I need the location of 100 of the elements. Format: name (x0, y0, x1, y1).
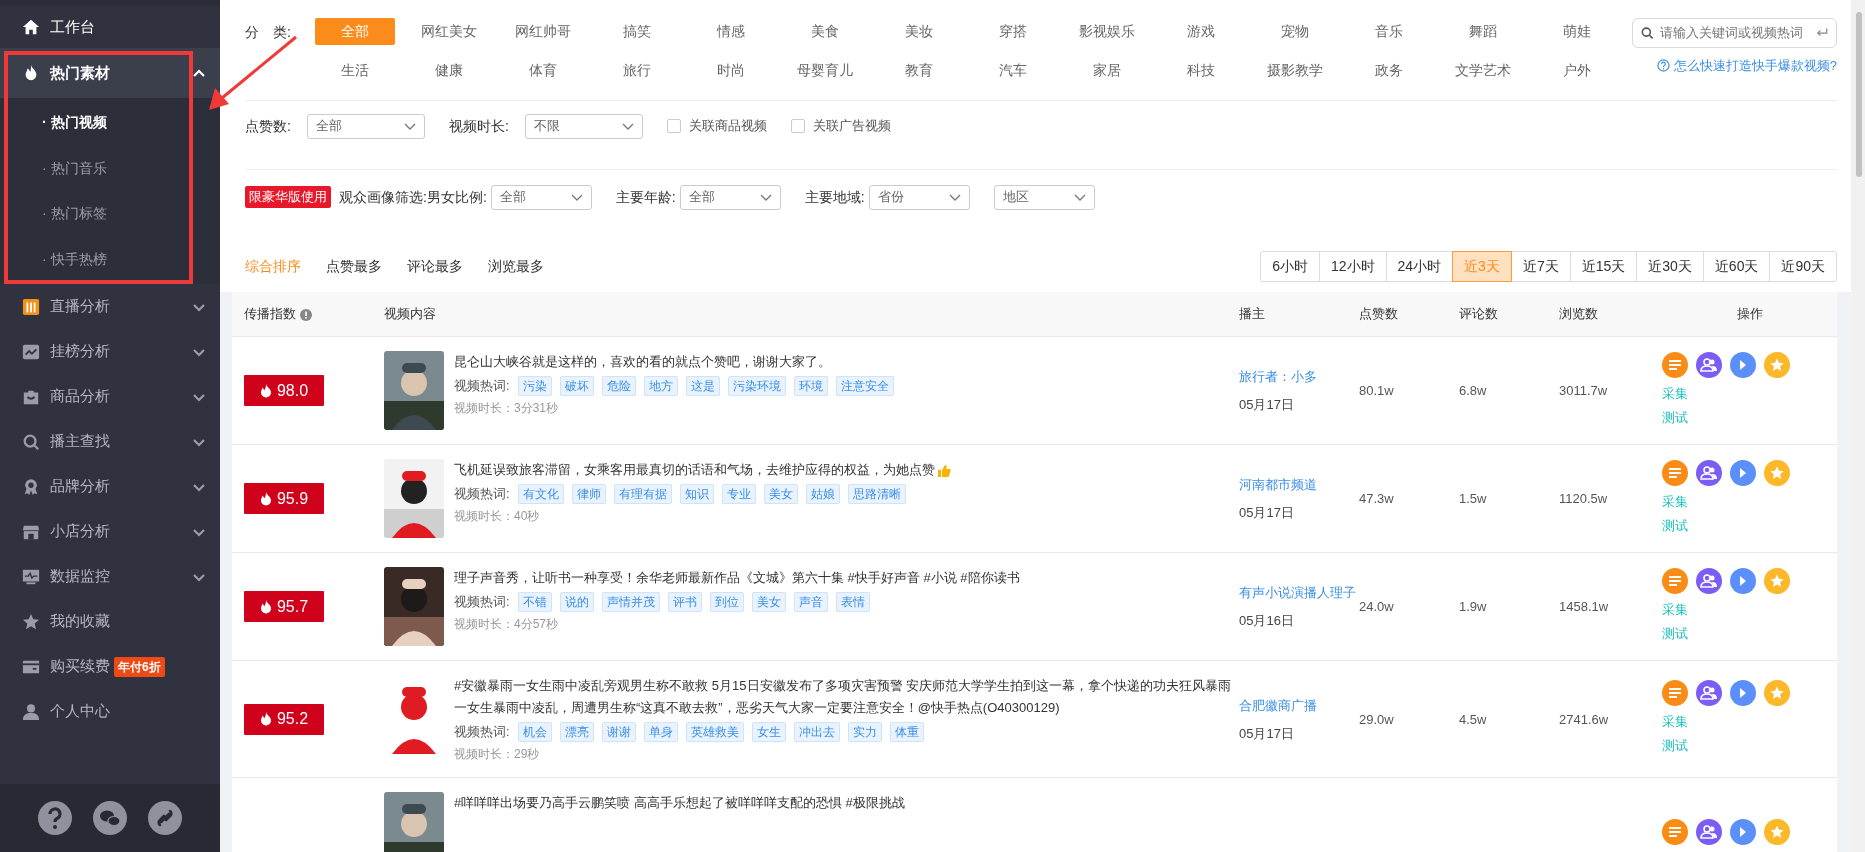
keyword-tag[interactable]: 英雄救美 (685, 722, 744, 742)
category-tag[interactable]: 母婴育儿 (785, 57, 865, 84)
play-button[interactable] (1730, 459, 1756, 486)
category-tag[interactable]: 体育 (503, 57, 583, 84)
scrollbar-thumb[interactable] (1856, 12, 1862, 177)
keyword-tag[interactable]: 律师 (571, 484, 606, 504)
category-tag[interactable]: 家居 (1067, 57, 1147, 84)
keyword-tag[interactable]: 机会 (517, 722, 552, 742)
category-tag[interactable]: 健康 (409, 57, 489, 84)
keyword-tag[interactable]: 表情 (835, 592, 870, 612)
category-tag[interactable]: 户外 (1537, 57, 1617, 84)
people-button[interactable] (1696, 567, 1722, 594)
time-range-button[interactable]: 24小时 (1385, 251, 1454, 282)
dropdown[interactable]: 地区 (993, 184, 1095, 210)
keyword-tag[interactable]: 这是 (685, 376, 720, 396)
category-tag[interactable]: 科技 (1161, 57, 1241, 84)
keyword-tag[interactable]: 说的 (559, 592, 594, 612)
author-link[interactable]: 旅行者：小多 (1239, 366, 1359, 388)
dropdown[interactable]: 全部 (490, 184, 592, 210)
category-tag[interactable]: 旅行 (597, 57, 677, 84)
time-range-button[interactable]: 近30天 (1636, 251, 1704, 282)
category-tag[interactable]: 汽车 (973, 57, 1053, 84)
people-button[interactable] (1696, 818, 1722, 845)
sidebar-item[interactable]: 个人中心 (0, 689, 220, 734)
time-range-button[interactable]: 12小时 (1318, 251, 1387, 282)
keyword-tag[interactable]: 到位 (709, 592, 744, 612)
video-title[interactable]: 飞机延误致旅客滞留，女乘客用最真切的话语和气场，去维护应得的权益，为她点赞 (454, 459, 951, 481)
people-button[interactable] (1696, 680, 1722, 706)
category-tag[interactable]: 网红美女 (409, 18, 489, 45)
category-tag[interactable]: 摄影教学 (1255, 57, 1335, 84)
submenu-item[interactable]: · 热门音乐 (0, 145, 220, 191)
keyword-tag[interactable]: 专业 (721, 484, 756, 504)
sidebar-item[interactable]: 品牌分析 (0, 464, 220, 509)
keyword-tag[interactable]: 单身 (643, 722, 678, 742)
video-title[interactable]: 理子声音秀，让听书一种享受！余华老师最新作品《文城》第六十集 #快手好声音 #小说 #陪你读书 (454, 567, 1020, 589)
keyword-tag[interactable]: 危险 (601, 376, 636, 396)
submenu-item[interactable]: · 热门标签 (0, 191, 220, 237)
keyword-tag[interactable]: 冲出去 (793, 722, 840, 742)
video-title[interactable]: #安徽暴雨一女生雨中凌乱旁观男生称不敢救 5月15日安徽发布了多项灾害预警 安庆师范大学学生拍到这一幕，拿个快递的功夫狂风暴雨一女生暴雨中凌乱，周遭男生称“这真不敢去救”，恶劣天气大家一定要注意安全！@快手热点(O40300129) (454, 675, 1239, 719)
sidebar-item[interactable]: 直播分析 (0, 284, 220, 329)
category-tag[interactable]: 情感 (691, 18, 771, 45)
category-tag[interactable]: 教育 (879, 57, 959, 84)
category-tag[interactable]: 美食 (785, 18, 865, 45)
author-link[interactable]: 有声小说演播人理子 (1239, 582, 1359, 604)
sort-tab[interactable]: 浏览最多 (488, 250, 544, 292)
dropdown[interactable]: 全部 (306, 113, 425, 139)
keyword-tag[interactable]: 不错 (517, 592, 552, 612)
keyword-tag[interactable]: 有理有据 (613, 484, 672, 504)
sidebar-item[interactable]: 挂榜分析 (0, 329, 220, 374)
list-button[interactable] (1662, 459, 1688, 486)
keyword-tag[interactable]: 姑娘 (805, 484, 840, 504)
play-button[interactable] (1730, 567, 1756, 594)
people-button[interactable] (1696, 459, 1722, 486)
keyword-tag[interactable]: 漂亮 (559, 722, 594, 742)
play-button[interactable] (1730, 818, 1756, 845)
category-tag[interactable]: 宠物 (1255, 18, 1335, 45)
keyword-tag[interactable]: 注意安全 (835, 376, 894, 396)
sidebar-item[interactable]: 我的收藏 (0, 599, 220, 644)
category-tag[interactable]: 影视娱乐 (1067, 18, 1147, 45)
sidebar-item[interactable]: 数据监控 (0, 554, 220, 599)
keyword-tag[interactable]: 污染环境 (727, 376, 786, 396)
time-range-button[interactable]: 6小时 (1260, 251, 1320, 282)
category-tag[interactable]: 萌娃 (1537, 18, 1617, 45)
author-link[interactable]: 河南都市频道 (1239, 474, 1359, 496)
sidebar-item[interactable]: 热门素材 (0, 48, 220, 98)
play-button[interactable] (1730, 351, 1756, 378)
keyword-tag[interactable]: 声音 (793, 592, 828, 612)
time-range-button[interactable]: 近15天 (1569, 251, 1638, 282)
category-tag[interactable]: 政务 (1349, 57, 1429, 84)
category-tag[interactable]: 舞蹈 (1443, 18, 1523, 45)
checkbox[interactable] (790, 119, 805, 133)
star-button[interactable] (1764, 351, 1790, 378)
search-bar[interactable]: 请输入关键词或视频热词 (1632, 18, 1837, 48)
category-tag[interactable]: 穿搭 (973, 18, 1053, 45)
video-title[interactable]: 昆仑山大峡谷就是这样的，喜欢的看的就点个赞吧，谢谢大家了。 (454, 351, 894, 373)
keyword-tag[interactable]: 美女 (751, 592, 786, 612)
sidebar-item[interactable]: 商品分析 (0, 374, 220, 419)
sort-tab[interactable]: 评论最多 (407, 250, 463, 292)
search-field[interactable]: 请输入关键词或视频热词 (1659, 23, 1810, 43)
keyword-tag[interactable]: 女生 (751, 722, 786, 742)
time-range-button[interactable]: 近60天 (1702, 251, 1771, 282)
keyword-tag[interactable]: 谢谢 (601, 722, 636, 742)
checkbox[interactable] (666, 119, 681, 133)
keyword-tag[interactable]: 知识 (679, 484, 714, 504)
keyword-tag[interactable]: 体重 (889, 722, 924, 742)
star-button[interactable] (1764, 818, 1790, 845)
play-button[interactable] (1730, 680, 1756, 706)
time-range-button[interactable]: 近90天 (1769, 251, 1837, 282)
list-button[interactable] (1662, 567, 1688, 594)
keyword-tag[interactable]: 美女 (763, 484, 798, 504)
keyword-tag[interactable]: 实力 (847, 722, 882, 742)
author-link[interactable]: 合肥徽商广播 (1239, 694, 1359, 716)
keyword-tag[interactable]: 思路清晰 (847, 484, 906, 504)
sidebar-item[interactable]: 播主查找 (0, 419, 220, 464)
keyword-tag[interactable]: 评书 (667, 592, 702, 612)
keyword-tag[interactable]: 声情并茂 (601, 592, 660, 612)
dropdown[interactable]: 全部 (679, 184, 781, 210)
category-tag[interactable]: 时尚 (691, 57, 771, 84)
sidebar-item[interactable]: 工作台 (0, 6, 220, 48)
keyword-tag[interactable]: 污染 (517, 376, 552, 396)
